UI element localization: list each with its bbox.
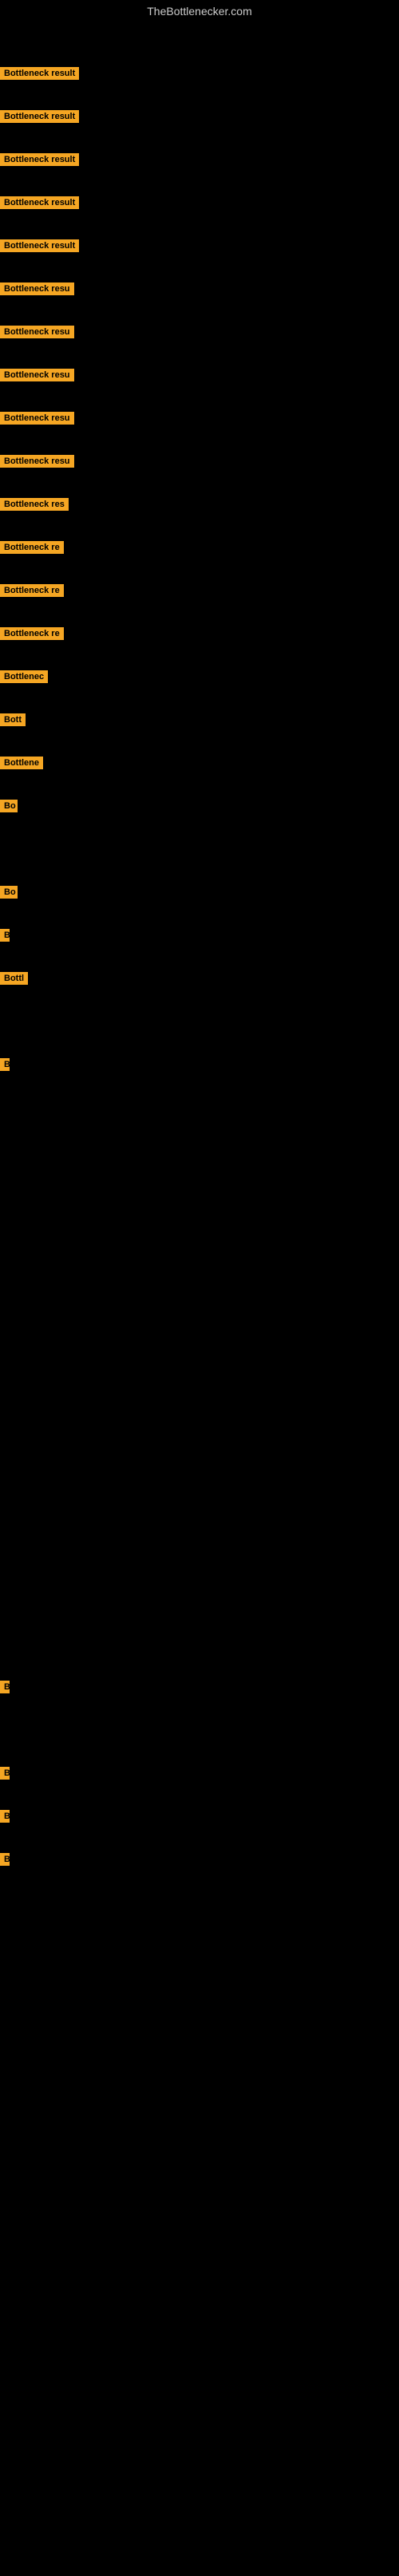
bottleneck-badge-18[interactable]: Bo [0,800,18,812]
bottleneck-badge-15[interactable]: Bottlenec [0,670,48,683]
bottleneck-badge-9[interactable]: Bottleneck resu [0,412,74,425]
site-title: TheBottlenecker.com [0,0,399,22]
bottleneck-badge-20[interactable]: B [0,929,10,942]
bottleneck-badge-25[interactable]: B [0,1810,10,1823]
bottleneck-badge-3[interactable]: Bottleneck result [0,153,79,166]
bottleneck-badge-24[interactable]: B [0,1767,10,1780]
bottleneck-badge-17[interactable]: Bottlene [0,757,43,769]
bottleneck-badge-6[interactable]: Bottleneck resu [0,282,74,295]
bottleneck-badge-5[interactable]: Bottleneck result [0,239,79,252]
bottleneck-badge-21[interactable]: Bottl [0,972,28,985]
bottleneck-badge-1[interactable]: Bottleneck result [0,67,79,80]
bottleneck-badge-7[interactable]: Bottleneck resu [0,326,74,338]
bottleneck-badge-26[interactable]: B [0,1853,10,1866]
bottleneck-badge-11[interactable]: Bottleneck res [0,498,69,511]
bottleneck-badge-12[interactable]: Bottleneck re [0,541,64,554]
bottleneck-badge-22[interactable]: B [0,1058,10,1071]
bottleneck-badge-10[interactable]: Bottleneck resu [0,455,74,468]
bottleneck-badge-16[interactable]: Bott [0,713,26,726]
bottleneck-badge-14[interactable]: Bottleneck re [0,627,64,640]
bottleneck-badge-8[interactable]: Bottleneck resu [0,369,74,381]
bottleneck-badge-23[interactable]: B [0,1681,10,1693]
bottleneck-badge-4[interactable]: Bottleneck result [0,196,79,209]
bottleneck-badge-2[interactable]: Bottleneck result [0,110,79,123]
bottleneck-badge-19[interactable]: Bo [0,886,18,899]
bottleneck-badge-13[interactable]: Bottleneck re [0,584,64,597]
